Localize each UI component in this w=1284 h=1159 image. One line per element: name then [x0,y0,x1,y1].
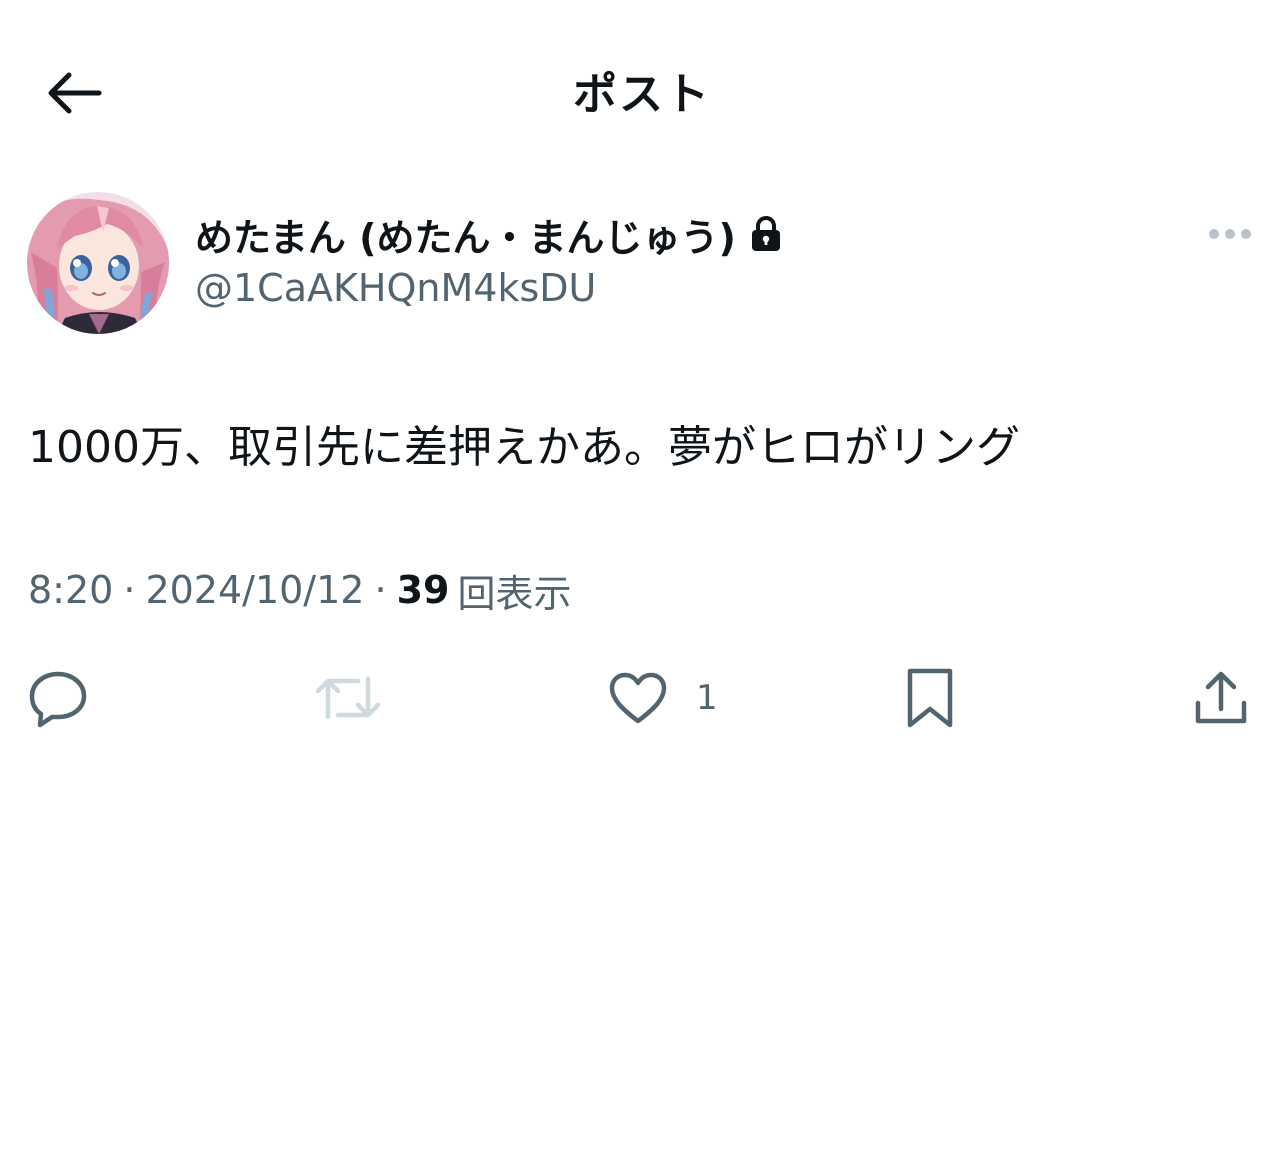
repost-button[interactable] [314,660,382,736]
display-name[interactable]: めたまん (めたん・まんじゅう) [195,207,736,262]
post-time: 8:20 [28,568,114,612]
bookmark-icon [907,668,953,728]
share-button[interactable] [1192,660,1250,736]
page-title: ポスト [573,69,711,120]
views-label: 回表示 [457,571,572,616]
heart-icon [609,672,667,724]
more-horizontal-icon [1209,229,1251,239]
views-count[interactable]: 39 [397,568,450,612]
user-handle[interactable]: @1CaAKHQnM4ksDU [195,266,596,310]
post-detail-screen: ポスト めたまん (めたん・まんじゅう) @1CaAKHQnM4ksDU 100… [0,0,1284,1159]
author-name-row: めたまん (めたん・まんじゅう) [195,202,782,266]
reply-icon [29,671,87,728]
like-count: 1 [696,678,718,718]
post-date: 2024/10/12 [145,568,365,612]
action-bar: 1 [0,660,1284,736]
avatar[interactable] [27,192,169,334]
separator: · [374,568,387,612]
post-meta: 8:20 · 2024/10/12 · 39 回表示 [28,560,571,620]
separator: · [123,568,136,612]
bookmark-button[interactable] [902,660,958,736]
like-button[interactable]: 1 [608,660,718,736]
reply-button[interactable] [28,660,88,736]
avatar-image [27,192,169,334]
lock-icon [751,216,780,251]
post-text: 1000万、取引先に差押えかあ。夢がヒロがリング [28,422,1020,473]
repost-icon [315,676,381,720]
share-icon [1195,671,1247,724]
more-options-button[interactable] [1200,212,1260,256]
